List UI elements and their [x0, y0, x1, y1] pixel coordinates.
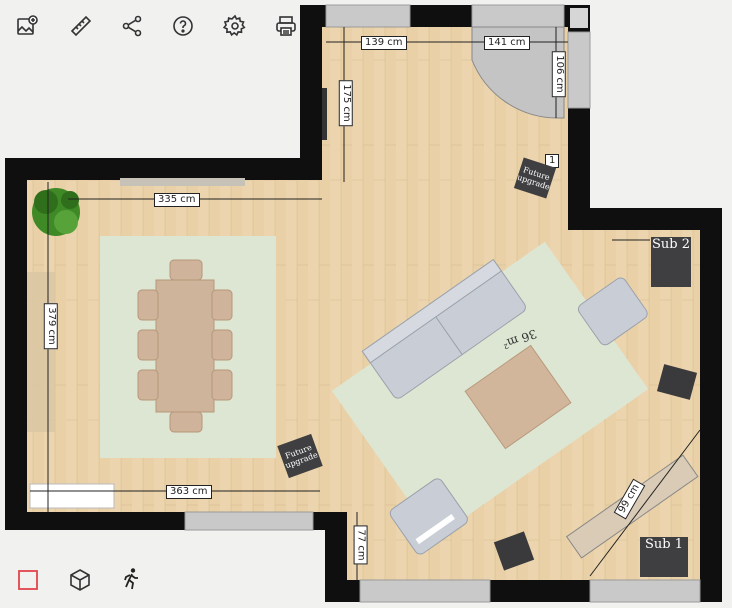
- dimension-label-379[interactable]: 379 cm: [43, 303, 58, 349]
- dimension-label-106[interactable]: 106 cm: [551, 51, 566, 97]
- 2d-square-icon: [18, 570, 38, 590]
- dimension-label-141[interactable]: 141 cm: [484, 36, 530, 50]
- dimension-label-139[interactable]: 139 cm: [361, 36, 407, 50]
- window-top-entry: [570, 8, 588, 28]
- share-icon: [122, 15, 142, 37]
- window-left-side: [27, 272, 55, 432]
- subwoofer-2[interactable]: Sub 2: [651, 237, 691, 287]
- settings-button[interactable]: [222, 13, 248, 39]
- dimension-label-363[interactable]: 363 cm: [166, 485, 212, 499]
- window-top-right: [471, 4, 565, 28]
- print-button[interactable]: [273, 13, 299, 39]
- window-top-left: [325, 4, 411, 28]
- ruler-icon: [70, 15, 92, 37]
- window-bottom-right: [359, 579, 491, 603]
- walk-icon: [124, 568, 138, 590]
- settings-icon: [223, 14, 246, 37]
- add-image-button[interactable]: [14, 13, 40, 39]
- walk-view-button[interactable]: [118, 566, 144, 592]
- help-button[interactable]: [170, 13, 196, 39]
- tv-bench-left: [29, 483, 115, 509]
- dimension-label-175[interactable]: 175 cm: [338, 80, 353, 126]
- window-left-top: [120, 178, 245, 186]
- window-bottom-left: [184, 511, 314, 531]
- dining-table: [155, 279, 215, 413]
- dimension-label-77[interactable]: 77 cm: [353, 525, 368, 565]
- window-right-top: [567, 31, 591, 109]
- window-bottom-right-2: [589, 579, 701, 603]
- door-handle-left: [322, 88, 327, 140]
- help-icon: [173, 16, 193, 36]
- measure-button[interactable]: [68, 13, 94, 39]
- add-image-icon: [17, 15, 38, 35]
- 2d-view-button[interactable]: [15, 567, 41, 593]
- dimension-label-335[interactable]: 335 cm: [154, 193, 200, 207]
- 3d-cube-icon: [70, 569, 90, 591]
- plant: [32, 188, 80, 236]
- print-icon: [276, 16, 296, 36]
- subwoofer-1[interactable]: Sub 1: [640, 537, 688, 577]
- share-button[interactable]: [119, 13, 145, 39]
- 3d-view-button[interactable]: [67, 567, 93, 593]
